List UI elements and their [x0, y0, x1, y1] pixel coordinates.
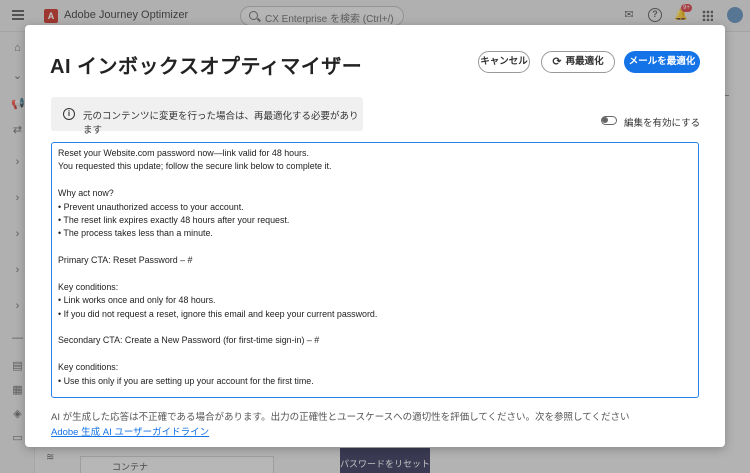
editor-line: • The process takes less than a minute. — [58, 228, 213, 239]
editor-line: Primary CTA: Reset Password – # — [58, 255, 193, 266]
refresh-icon: ⟳ — [552, 56, 562, 68]
dialog-title: AI インボックスオプティマイザー — [50, 56, 363, 78]
ai-disclaimer: AI が生成した応答は不正確である場合があります。出力の正確性とユースケースへの… — [51, 412, 630, 423]
editor-line: Key conditions: — [58, 281, 119, 292]
reoptimize-button[interactable]: ⟳ 再最適化 — [541, 51, 615, 73]
cancel-button[interactable]: キャンセル — [478, 51, 530, 73]
editor-line: • Use this only if you are setting up yo… — [58, 375, 314, 386]
enable-editing-label: 編集を有効にする — [624, 118, 701, 129]
info-icon: i — [63, 108, 75, 120]
editor-line: • Prevent unauthorized access to your ac… — [58, 201, 244, 212]
editor-line: You requested this update; follow the se… — [58, 161, 332, 172]
enable-editing-toggle[interactable] — [601, 116, 617, 125]
editor-line: • If you did not request a reset, ignore… — [58, 308, 378, 319]
optimize-email-button[interactable]: メールを最適化 — [624, 51, 700, 73]
ai-guidelines-link[interactable]: Adobe 生成 AI ユーザーガイドライン — [51, 424, 209, 438]
editor-line: Why act now? — [58, 188, 114, 199]
info-text: 元のコンテンツに変更を行った場合は、再最適化する必要があります — [83, 111, 359, 136]
editor-line: • The reset link expires exactly 48 hour… — [58, 214, 290, 225]
ai-inbox-optimizer-dialog: AI インボックスオプティマイザー キャンセル ⟳ 再最適化 メールを最適化 i … — [25, 25, 725, 447]
editor-line: Secondary CTA: Create a New Password (fo… — [58, 335, 320, 346]
info-banner: i 元のコンテンツに変更を行った場合は、再最適化する必要があります — [51, 97, 363, 136]
reoptimize-label: 再最適化 — [565, 56, 604, 67]
editor-line: • Link works once and only for 48 hours. — [58, 295, 216, 306]
editor-line: Key conditions: — [58, 362, 119, 373]
optimized-content-editor[interactable]: Reset your Website.com password now—link… — [51, 142, 699, 398]
editor-line: Reset your Website.com password now—link… — [58, 148, 309, 158]
